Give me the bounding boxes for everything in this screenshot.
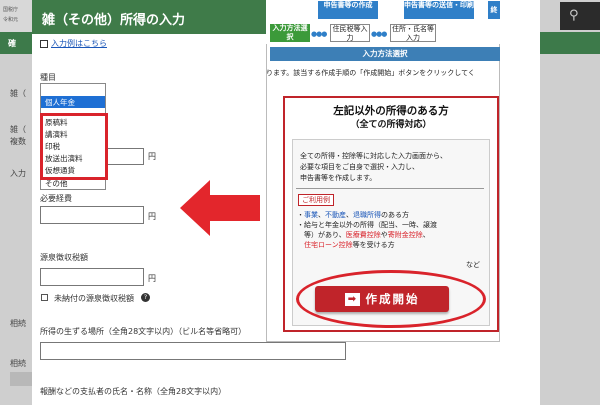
usage-text: 等を受ける方: [352, 241, 395, 249]
background-search-button: ⚲: [560, 2, 600, 30]
popup-icon: [40, 39, 48, 48]
yen-unit: 円: [148, 152, 156, 161]
highlight-box: [40, 113, 108, 180]
location-input[interactable]: [40, 342, 346, 360]
card-title: 左記以外の所得のある方: [333, 105, 449, 117]
expenses-input[interactable]: [40, 206, 144, 224]
flow-step: 終: [488, 1, 500, 19]
unpaid-checkbox-label: 未納付の源泉徴収税額: [54, 294, 134, 303]
usage-item: 住宅ローン控除: [304, 241, 353, 249]
card-description-line: 必要な項目をご自身で選択・入力し、: [300, 163, 419, 171]
usage-text: ・給与と年金以外の所得（配当、一時、譲渡: [297, 221, 437, 229]
etc-label: など: [466, 261, 480, 269]
highlight-ellipse: [296, 270, 486, 328]
usage-item: 不動産: [325, 211, 346, 219]
background-item: 雑（: [10, 125, 26, 134]
withholding-label: 源泉徴収税額: [40, 253, 88, 262]
card-description-line: 全ての所得・控除等に対応した入力画面から、: [300, 152, 447, 160]
search-icon: ⚲: [569, 8, 579, 23]
background-nav-bar-right: [540, 32, 600, 54]
withholding-input[interactable]: [40, 268, 144, 286]
background-item: 雑（: [10, 89, 26, 98]
usage-text: 等）があり、: [304, 231, 346, 239]
background-header-line2: 令和元: [3, 17, 19, 23]
flow-substep: 住所・氏名等入力: [390, 24, 436, 42]
help-icon[interactable]: ?: [141, 293, 150, 302]
usage-label: ご利用例: [298, 194, 334, 206]
flow-step: 申告書等の作成: [318, 1, 378, 19]
usage-text: のある方: [381, 211, 409, 219]
method-select-bar: 入力方法選択: [270, 47, 500, 61]
background-item: 複数: [10, 137, 26, 146]
left-arrow-icon: [180, 180, 260, 236]
unpaid-checkbox[interactable]: [41, 294, 48, 301]
usage-item: 退職所得: [353, 211, 381, 219]
usage-item: 寄附金控除: [387, 231, 423, 239]
usage-item: 事業: [304, 211, 318, 219]
divider: [296, 188, 484, 189]
background-header: 国税庁 令和元: [0, 0, 32, 32]
type-label: 種目: [40, 73, 56, 82]
card-description: 全ての所得・控除等に対応した入力画面から、 必要な項目をご自身で選択・入力し、 …: [300, 151, 447, 184]
background-button: [10, 372, 32, 386]
flow-step: 申告書等の送信・印刷: [404, 1, 474, 19]
card-subtitle: （全ての所得対応）: [350, 120, 432, 130]
background-nav-bar: 確: [0, 32, 32, 54]
panel-margin: [500, 0, 540, 405]
background-item: 入力: [10, 169, 26, 178]
usage-examples: ・事業、不動産、退職所得のある方 ・給与と年金以外の所得（配当、一時、譲渡 等）…: [297, 210, 487, 250]
yen-unit: 円: [148, 274, 156, 283]
background-item: 相続: [10, 319, 26, 328]
usage-text: や: [380, 231, 388, 239]
dropdown-option[interactable]: 個人年金: [41, 96, 105, 108]
background-item: 相続: [10, 359, 26, 368]
usage-text: 、: [422, 231, 430, 239]
flow-dots: ●●●: [311, 30, 327, 38]
flow-substep: 住民税等入力: [330, 24, 370, 42]
panel-description: ります。該当する作成手順の「作成開始」ボタンをクリックしてく: [266, 69, 475, 77]
expenses-label: 必要経費: [40, 194, 72, 203]
example-link-label: 入力例はこちら: [51, 39, 107, 48]
payer-label: 報酬などの支払者の氏名・名称（全角28文字以内）: [40, 387, 227, 396]
usage-item: 医療費控除: [345, 231, 381, 239]
background-header-line1: 国税庁: [3, 7, 19, 13]
example-link[interactable]: 入力例はこちら: [40, 38, 107, 49]
flow-dots: ●●●: [371, 30, 387, 38]
location-label: 所得の生ずる場所（全角28文字以内）（ビル名等省略可）: [40, 327, 247, 336]
yen-unit: 円: [148, 212, 156, 221]
card-description-line: 申告書等を作成します。: [300, 174, 377, 182]
flow-substep-current: 入力方法選択: [270, 24, 310, 42]
